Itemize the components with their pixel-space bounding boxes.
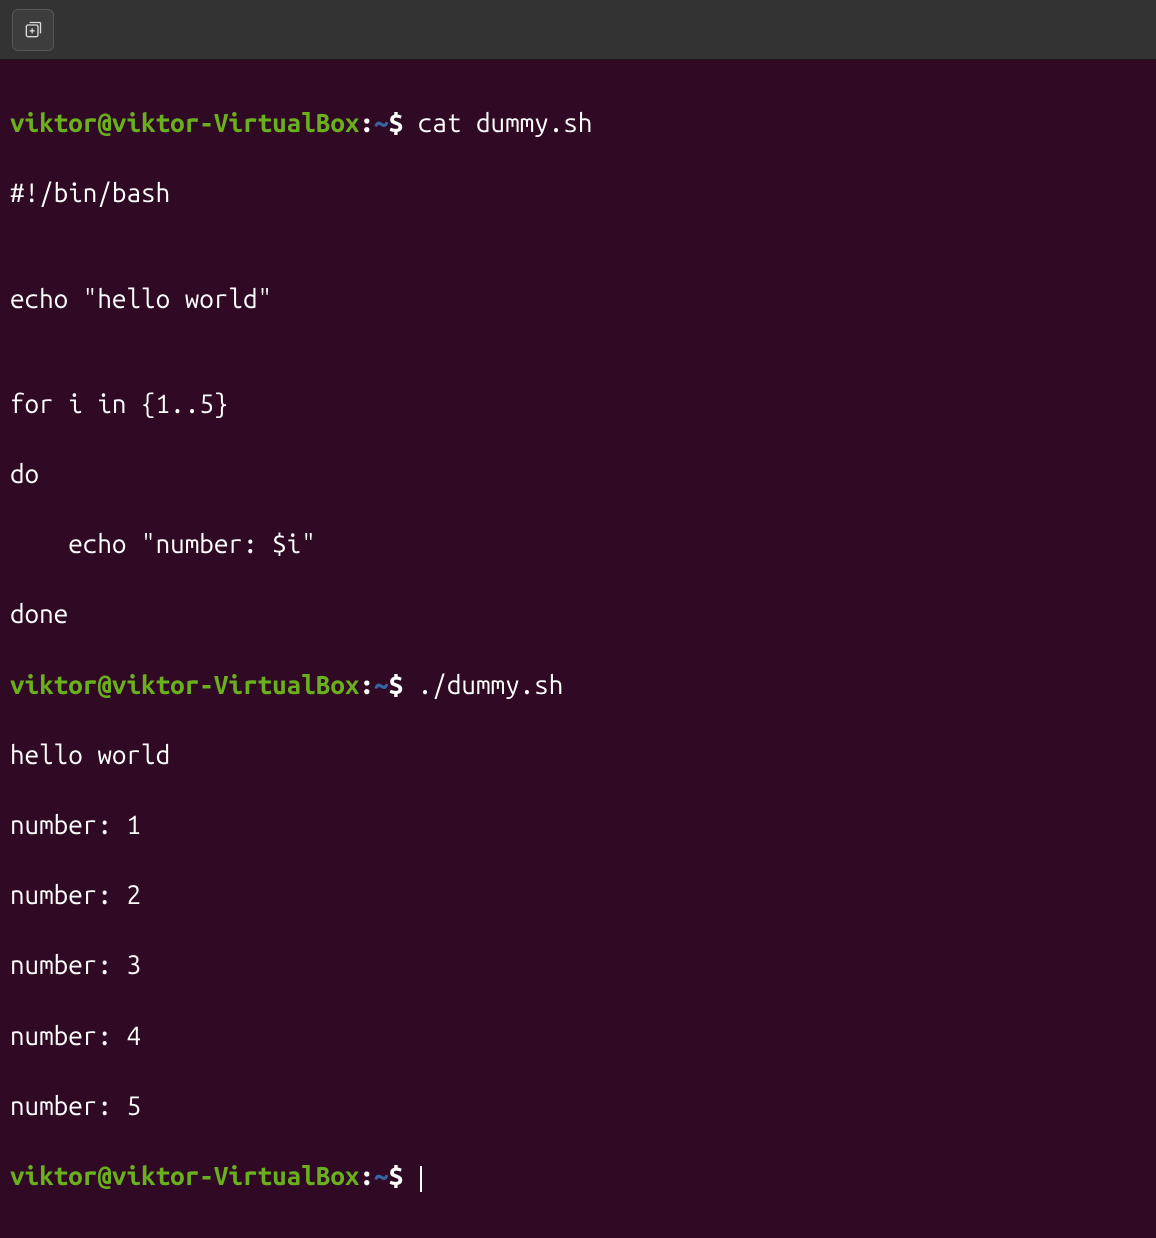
output-line: echo "number: $i": [10, 526, 1146, 561]
prompt-symbol: $: [389, 670, 404, 699]
prompt-separator: :: [359, 670, 374, 699]
prompt-line-1: viktor@viktor-VirtualBox:~$ cat dummy.sh: [10, 105, 1146, 140]
output-line: echo "hello world": [10, 281, 1146, 316]
output-line: number: 3: [10, 947, 1146, 982]
output-line: number: 1: [10, 807, 1146, 842]
prompt-user-host: viktor@viktor-VirtualBox: [10, 670, 359, 699]
titlebar: [0, 0, 1156, 60]
prompt-symbol: $: [389, 1161, 404, 1190]
prompt-line-2: viktor@viktor-VirtualBox:~$ ./dummy.sh: [10, 667, 1146, 702]
output-line: for i in {1..5}: [10, 386, 1146, 421]
command-1: cat dummy.sh: [418, 108, 593, 137]
prompt-line-3: viktor@viktor-VirtualBox:~$: [10, 1158, 1146, 1193]
cursor: [420, 1166, 422, 1192]
output-line: hello world: [10, 737, 1146, 772]
output-line: do: [10, 456, 1146, 491]
prompt-path: ~: [374, 1161, 389, 1190]
output-line: number: 5: [10, 1088, 1146, 1123]
output-line: #!/bin/bash: [10, 175, 1146, 210]
prompt-path: ~: [374, 670, 389, 699]
terminal-output[interactable]: viktor@viktor-VirtualBox:~$ cat dummy.sh…: [0, 60, 1156, 1238]
output-line: number: 2: [10, 877, 1146, 912]
new-tab-button[interactable]: [12, 9, 54, 51]
output-line: number: 4: [10, 1018, 1146, 1053]
prompt-path: ~: [374, 108, 389, 137]
prompt-symbol: $: [389, 108, 404, 137]
new-tab-icon: [23, 20, 43, 40]
command-2: ./dummy.sh: [418, 670, 564, 699]
prompt-separator: :: [359, 108, 374, 137]
prompt-separator: :: [359, 1161, 374, 1190]
prompt-user-host: viktor@viktor-VirtualBox: [10, 108, 359, 137]
output-line: done: [10, 596, 1146, 631]
prompt-user-host: viktor@viktor-VirtualBox: [10, 1161, 359, 1190]
